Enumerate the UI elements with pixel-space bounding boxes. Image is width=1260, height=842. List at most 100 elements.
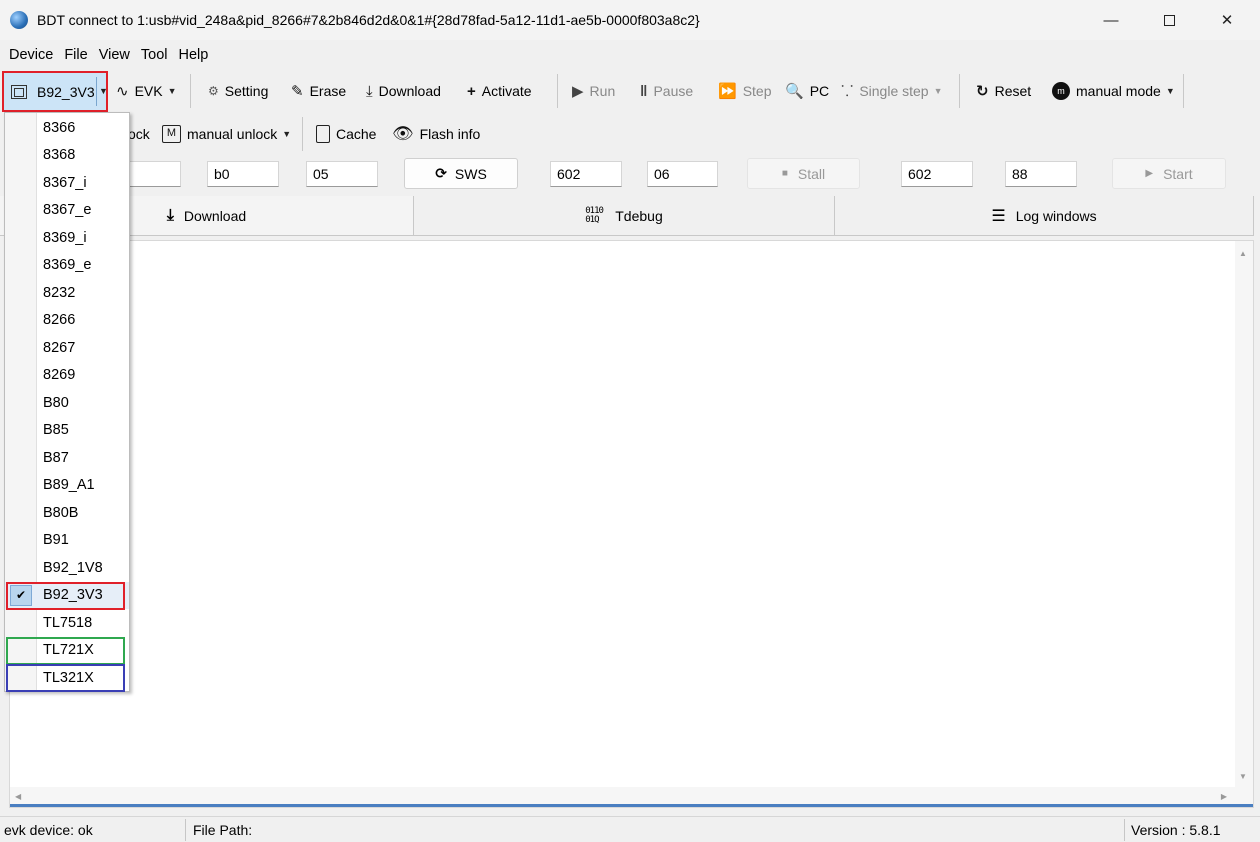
chip-option-8369-i[interactable]: 8369_i — [5, 224, 129, 251]
chip-option-label: B80B — [43, 504, 79, 521]
chip-option-label: 8369_e — [43, 257, 92, 273]
chip-option-b80b[interactable]: B80B — [5, 499, 129, 526]
chip-option-8267[interactable]: 8267 — [5, 334, 129, 361]
sws-label: SWS — [454, 165, 487, 182]
pc-button[interactable]: 🔍 PC — [785, 70, 829, 112]
chip-option-b87[interactable]: B87 — [5, 444, 129, 471]
data-input-1[interactable]: 05 — [306, 161, 378, 187]
run-label: Run — [589, 83, 616, 99]
run-icon: ▶ — [572, 83, 584, 100]
manual-mode-label: manual mode — [1076, 83, 1161, 99]
pause-button[interactable]: ‖ Pause — [640, 70, 693, 112]
maximize-button[interactable] — [1140, 0, 1198, 40]
chip-option-b85[interactable]: B85 — [5, 417, 129, 444]
data-input-2[interactable]: 06 — [647, 161, 718, 187]
run-button[interactable]: ▶ Run — [572, 70, 615, 112]
chip-option-8266[interactable]: 8266 — [5, 307, 129, 334]
step-button[interactable]: ⏩ Step — [718, 70, 772, 112]
chip-selector-dropdown[interactable]: B92_3V3 ▼ — [2, 71, 108, 112]
chip-option-8367-i[interactable]: 8367_i — [5, 169, 129, 196]
horizontal-scrollbar[interactable]: ◀ ▶ — [10, 787, 1253, 807]
erase-label: Erase — [309, 83, 347, 99]
chip-option-tl7518[interactable]: TL7518 — [5, 609, 129, 636]
stop-icon: ■ — [781, 168, 788, 179]
address-input-2[interactable]: b0 — [207, 161, 279, 187]
window-title: BDT connect to 1:usb#vid_248a&pid_8266#7… — [37, 12, 700, 28]
chip-option-label: B89_A1 — [43, 477, 95, 493]
toolbar-separator — [1183, 74, 1184, 108]
scroll-left-icon[interactable]: ◀ — [15, 792, 21, 801]
evk-button[interactable]: ∿ EVK ▼ — [116, 70, 177, 112]
menu-view[interactable]: View — [92, 47, 137, 63]
manual-mode-button[interactable]: m manual mode ▼ — [1052, 70, 1175, 112]
search-icon: 🔍 — [785, 83, 804, 100]
menu-device[interactable]: Device — [2, 47, 60, 63]
stall-button[interactable]: ■ Stall — [747, 158, 860, 189]
flash-info-button[interactable]: 👁 Flash info — [392, 113, 480, 155]
chip-model-menu: 8366 8368 8367_i 8367_e 8369_i 8369_e 8232 8266… — [4, 112, 130, 692]
cache-label: Cache — [336, 126, 377, 142]
setting-button[interactable]: ⚙ Setting — [208, 70, 268, 112]
chip-option-8369-e[interactable]: 8369_e — [5, 252, 129, 279]
manual-unlock-button[interactable]: M manual unlock ▼ — [162, 113, 291, 155]
unlock-button[interactable]: ock — [128, 113, 150, 155]
chip-option-b92-1v8[interactable]: B92_1V8 — [5, 554, 129, 581]
chip-option-label: 8366 — [43, 119, 76, 136]
tab-log-windows[interactable]: ☰ Log windows — [835, 196, 1254, 236]
scroll-right-icon[interactable]: ▶ — [1221, 792, 1227, 801]
setting-label: Setting — [224, 83, 269, 99]
single-step-button[interactable]: ⸪ Single step ▼ — [841, 70, 943, 112]
scroll-track — [10, 804, 1253, 807]
address-input-3[interactable]: 602 — [550, 161, 622, 187]
mode-icon: m — [1052, 82, 1070, 100]
unlock-label: ock — [128, 126, 150, 142]
activate-button[interactable]: + Activate — [467, 70, 532, 112]
menu-tool[interactable]: Tool — [134, 47, 175, 63]
sync-icon: ⟳ — [435, 165, 447, 181]
chip-option-label: B80 — [43, 394, 69, 411]
chip-icon — [11, 84, 27, 99]
chip-option-8269[interactable]: 8269 — [5, 362, 129, 389]
flash-info-label: Flash info — [419, 126, 481, 142]
chip-option-8232[interactable]: 8232 — [5, 279, 129, 306]
chip-option-b80[interactable]: B80 — [5, 389, 129, 416]
list-icon: ☰ — [991, 207, 1006, 225]
scroll-down-icon[interactable]: ▼ — [1239, 772, 1247, 781]
chip-option-label: 8266 — [43, 312, 76, 328]
chevron-down-icon[interactable]: ▼ — [99, 86, 108, 96]
sws-button[interactable]: ⟳ SWS — [404, 158, 518, 189]
scroll-up-icon[interactable]: ▲ — [1239, 249, 1247, 258]
sws-control-row: b0 05 ⟳ SWS 602 06 ■ Stall 602 88 ▶ Star… — [0, 156, 1260, 194]
tab-tdebug[interactable]: 0110 01Q Tdebug — [414, 196, 835, 236]
menu-file[interactable]: File — [57, 47, 94, 63]
mail-icon: M — [162, 125, 181, 143]
chip-option-8366[interactable]: 8366 — [5, 114, 129, 141]
download-log-panel[interactable]: ▲ ▼ ◀ ▶ — [9, 240, 1254, 808]
status-divider — [1124, 819, 1125, 841]
cache-button[interactable]: Cache — [316, 113, 376, 155]
chip-option-b89-a1[interactable]: B89_A1 — [5, 472, 129, 499]
evk-label: EVK — [134, 83, 163, 99]
erase-button[interactable]: ✎ Erase — [291, 70, 346, 112]
chip-option-label: 8267 — [43, 339, 76, 356]
data-input-3[interactable]: 88 — [1005, 161, 1077, 187]
menu-help[interactable]: Help — [171, 47, 215, 63]
minimize-button[interactable]: — — [1082, 0, 1140, 40]
reset-icon: ↻ — [976, 83, 989, 100]
toolbar-separator — [302, 117, 303, 151]
start-button[interactable]: ▶ Start — [1112, 158, 1226, 189]
start-label: Start — [1163, 165, 1193, 182]
vertical-scrollbar[interactable]: ▲ ▼ — [1235, 241, 1253, 787]
chip-option-label: B92_1V8 — [43, 559, 103, 576]
chip-option-8368[interactable]: 8368 — [5, 142, 129, 169]
stall-label: Stall — [797, 165, 826, 182]
reset-button[interactable]: ↻ Reset — [976, 70, 1031, 112]
chip-option-b91[interactable]: B91 — [5, 527, 129, 554]
chip-option-label: TL7518 — [43, 614, 93, 631]
download-button[interactable]: ⤓ Download — [366, 70, 441, 112]
close-button[interactable]: ✕ — [1198, 0, 1256, 40]
eraser-icon: ✎ — [291, 83, 304, 100]
chip-option-8367-e[interactable]: 8367_e — [5, 197, 129, 224]
address-input-4[interactable]: 602 — [901, 161, 973, 187]
pause-icon: ‖ — [640, 82, 648, 100]
